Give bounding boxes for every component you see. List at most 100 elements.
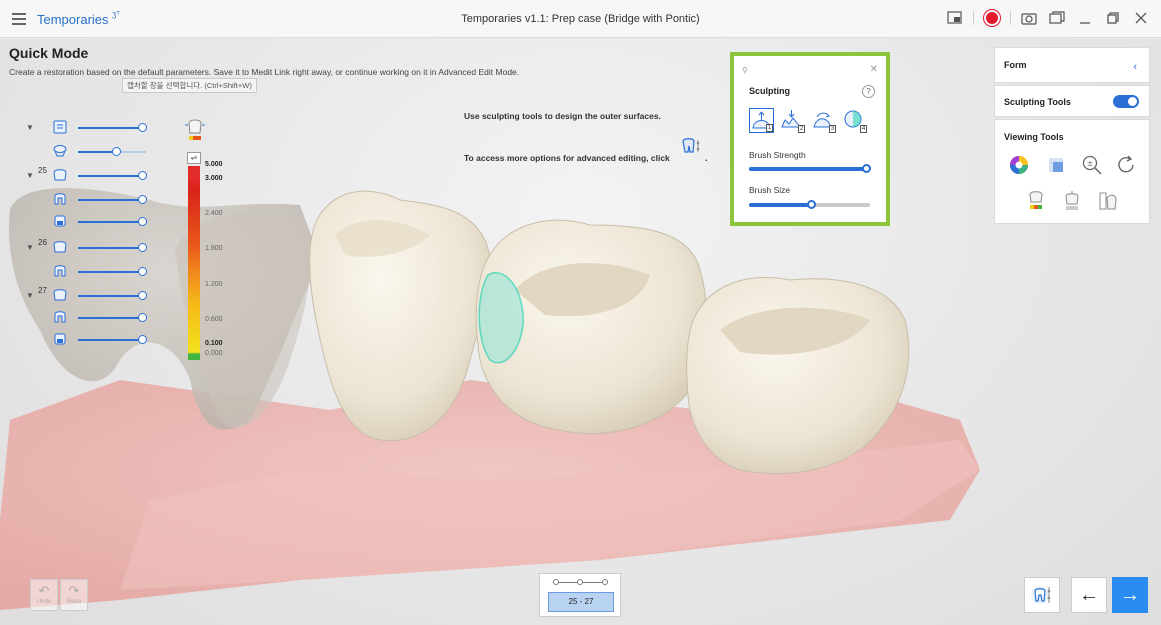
chevron-down-icon[interactable]: ▼ [26, 291, 34, 300]
thickness-map-icon[interactable] [183, 117, 207, 143]
advanced-edit-icon[interactable] [680, 137, 704, 157]
brush-strength-fill [749, 167, 870, 171]
occlusion-view-icon[interactable] [1061, 190, 1083, 212]
visibility-slider-track[interactable] [78, 127, 144, 129]
tooth-crown-icon[interactable] [52, 240, 68, 254]
visibility-slider-knob[interactable] [138, 195, 147, 204]
tooth-number: 27 [38, 286, 47, 295]
brush-size-fill [749, 203, 812, 207]
previous-step-button[interactable]: ← [1071, 577, 1107, 613]
tooth-range-selector[interactable]: 25 - 27 [539, 573, 621, 617]
coping-icon[interactable] [52, 310, 68, 324]
record-icon[interactable] [982, 8, 1002, 28]
visibility-row-25-inner [26, 192, 166, 208]
tool-key: 2 [798, 125, 805, 133]
brush-size-knob[interactable] [807, 200, 816, 209]
range-handle-start[interactable] [553, 579, 559, 585]
contact-tool[interactable]: 4 [842, 108, 867, 133]
thickness-color-scale [188, 166, 200, 360]
tool-key: 3 [829, 125, 836, 133]
visibility-slider-knob[interactable] [138, 171, 147, 180]
chevron-left-icon[interactable]: ‹ [1133, 61, 1137, 73]
color-wheel-icon[interactable] [1008, 154, 1030, 176]
scale-label: 3.000 [205, 175, 223, 182]
screen-capture-icon[interactable] [945, 8, 965, 28]
redo-icon: ↷ [68, 583, 80, 598]
coping-icon[interactable] [52, 264, 68, 278]
tooth-range-value[interactable]: 25 - 27 [548, 592, 614, 612]
undo-button[interactable]: ↶ Undo [30, 579, 58, 611]
model-viewport[interactable] [0, 39, 1161, 625]
abutment-icon[interactable] [52, 332, 68, 346]
chevron-down-icon[interactable]: ▼ [26, 123, 34, 132]
visibility-slider-track[interactable] [78, 247, 144, 249]
smooth-tool[interactable]: 2 [780, 108, 805, 133]
visibility-row-27-inner [26, 310, 166, 326]
brush-strength-knob[interactable] [862, 164, 871, 173]
camera-icon[interactable] [1019, 8, 1039, 28]
visibility-slider-knob[interactable] [138, 217, 147, 226]
rotate-reset-icon[interactable] [1115, 154, 1137, 176]
visibility-slider-knob[interactable] [138, 123, 147, 132]
redo-button[interactable]: ↷ Redo [60, 579, 88, 611]
visibility-slider-track[interactable] [78, 199, 144, 201]
scale-settings-button[interactable]: ⇌ [187, 152, 201, 164]
svg-text:±: ± [1087, 159, 1094, 168]
add-remove-tool[interactable]: 1 [749, 108, 774, 133]
scale-label: 0.100 [205, 340, 223, 347]
abutment-icon[interactable] [52, 214, 68, 228]
prep-scan-icon[interactable] [52, 120, 68, 134]
range-handle-mid[interactable] [577, 579, 583, 585]
visibility-slider-track[interactable] [78, 221, 144, 223]
pin-icon[interactable]: ⚲ [742, 66, 748, 75]
visibility-slider-knob[interactable] [112, 147, 121, 156]
advanced-edit-button[interactable] [1024, 577, 1060, 613]
visibility-slider-knob[interactable] [138, 267, 147, 276]
visibility-slider-knob[interactable] [138, 243, 147, 252]
next-step-button[interactable]: → [1112, 577, 1148, 613]
dental-model-render [0, 188, 980, 610]
tool-key: 4 [860, 125, 867, 133]
sculpting-tools-toggle[interactable] [1113, 95, 1139, 108]
redo-label: Redo [66, 599, 82, 605]
scale-label: 1.200 [205, 281, 223, 288]
sculpting-panel: ⚲ ✕ Sculpting ? 1 2 3 4 Brush Strength B… [740, 62, 880, 216]
texture-icon[interactable] [1045, 154, 1067, 176]
zoom-fit-icon[interactable]: ± [1081, 154, 1103, 176]
capture-tooltip: 캡처할 창을 선택합니다. (Ctrl+Shift+W) [122, 78, 257, 93]
visibility-row-tooth-27: ▼ 27 [26, 286, 166, 304]
sculpting-panel-highlight: ⚲ ✕ Sculpting ? 1 2 3 4 Brush Strength B… [730, 52, 890, 226]
thickness-view-icon[interactable] [1025, 190, 1047, 212]
visibility-slider-knob[interactable] [138, 313, 147, 322]
tooth-number: 25 [38, 166, 47, 175]
page-description: Create a restoration based on the defaul… [9, 67, 520, 77]
visibility-slider-track[interactable] [78, 317, 144, 319]
brush-size-slider[interactable] [749, 200, 870, 209]
brush-strength-slider[interactable] [749, 164, 871, 173]
chevron-down-icon[interactable]: ▼ [26, 243, 34, 252]
coping-icon[interactable] [52, 192, 68, 206]
minimize-icon[interactable] [1075, 8, 1095, 28]
close-icon[interactable] [1131, 8, 1151, 28]
visibility-slider-track[interactable] [78, 175, 144, 177]
visibility-row-antagonist [26, 144, 166, 160]
visibility-slider-track[interactable] [78, 295, 144, 297]
scale-label: 1.800 [205, 245, 223, 252]
antagonist-icon[interactable] [52, 144, 68, 158]
form-section[interactable]: Form ‹ [994, 47, 1150, 83]
visibility-slider-knob[interactable] [138, 291, 147, 300]
visibility-slider-track[interactable] [78, 339, 144, 341]
morph-tool[interactable]: 3 [811, 108, 836, 133]
window-layout-icon[interactable] [1047, 8, 1067, 28]
tooth-crown-icon[interactable] [52, 168, 68, 182]
section-view-icon[interactable] [1097, 190, 1119, 212]
tooth-crown-icon[interactable] [52, 288, 68, 302]
close-icon[interactable]: ✕ [870, 64, 878, 75]
help-icon[interactable]: ? [862, 85, 875, 98]
visibility-slider-track[interactable] [78, 271, 144, 273]
chevron-down-icon[interactable]: ▼ [26, 171, 34, 180]
visibility-slider-track[interactable] [78, 151, 116, 153]
visibility-slider-knob[interactable] [138, 335, 147, 344]
maximize-icon[interactable] [1103, 8, 1123, 28]
range-handle-end[interactable] [602, 579, 608, 585]
